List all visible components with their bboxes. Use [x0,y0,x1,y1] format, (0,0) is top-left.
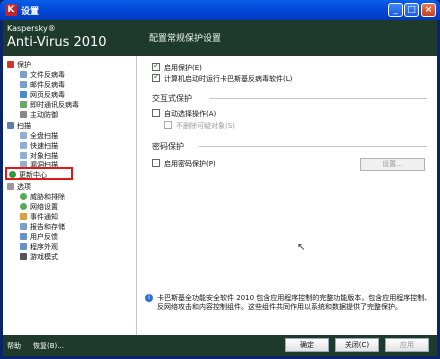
settings-tree: 保护 文件反病毒 邮件反病毒 网页反病毒 即时通讯反病毒 主动防御 扫描 全盘扫… [3,56,136,335]
file-icon [20,71,27,78]
report-icon [20,223,27,230]
help-link[interactable]: 帮助 [7,341,21,351]
tree-item-threats[interactable]: 威胁和排除 [20,192,65,202]
appearance-icon [20,243,27,250]
autostart-label: 计算机启动时运行卡巴斯基反病毒软件(L) [164,75,293,83]
tree-item-scan[interactable]: 扫描 [7,121,31,131]
interactive-group-title: 交互式保护 [152,94,192,103]
group-divider [209,98,427,99]
brand-product: Anti-Virus 2010 [7,35,107,50]
close-window-button[interactable]: × [421,3,436,17]
no-delete-label: 不删除可疑对象(S) [176,122,235,130]
tree-item-proactive[interactable]: 主动防御 [20,110,58,120]
footer-bar: 帮助 恢复(B)... 确定 关闭(C) 应用 [3,335,437,356]
quick-scan-icon [20,142,27,149]
tree-item-feedback[interactable]: 用户反馈 [20,232,58,242]
autostart-checkbox[interactable] [152,72,160,82]
password-label: 启用密码保护(P) [164,160,216,168]
auto-action-label: 自动选择操作(A) [164,110,217,118]
app-header: Kaspersky® Anti-Virus 2010 配置常规保护设置 [3,20,437,56]
minimize-button[interactable]: _ [388,3,403,17]
mail-icon [20,81,27,88]
tree-item-protection[interactable]: 保护 [7,60,31,70]
tree-item-appearance[interactable]: 程序外观 [20,242,58,252]
object-scan-icon [20,152,27,159]
password-checkbox[interactable] [152,159,160,167]
restore-link[interactable]: 恢复(B)... [33,341,64,351]
enable-protection-label: 启用保护(E) [164,64,202,72]
options-icon [7,183,14,190]
page-title: 配置常规保护设置 [149,34,222,44]
tree-item-game-mode[interactable]: 游戏模式 [20,252,58,262]
tree-item-file-av[interactable]: 文件反病毒 [20,70,65,80]
kaspersky-app-icon: K [5,4,17,16]
enable-protection-checkbox[interactable] [152,61,160,71]
brand-vendor: Kaspersky® [7,24,56,33]
gamepad-icon [20,253,27,260]
notification-icon [20,213,27,220]
password-settings-button[interactable]: 设置... [360,158,425,171]
protection-icon [7,61,14,68]
tree-item-options[interactable]: 选项 [7,182,31,192]
settings-window: K 设置 _ □ × Kaspersky® Anti-Virus 2010 配置… [0,0,440,359]
tree-item-network[interactable]: 网络设置 [20,202,58,212]
apply-button[interactable]: 应用 [385,338,429,352]
maximize-button[interactable]: □ [404,3,419,17]
tree-item-im-av[interactable]: 即时通讯反病毒 [20,100,79,110]
ok-button[interactable]: 确定 [285,338,329,352]
full-scan-icon [20,132,27,139]
tree-item-reports[interactable]: 报告和存储 [20,222,65,232]
threats-icon [20,193,27,200]
window-title: 设置 [21,7,40,17]
settings-panel: 启用保护(E) 计算机启动时运行卡巴斯基反病毒软件(L) 交互式保护 自动选择操… [137,56,437,335]
tree-item-full-scan[interactable]: 全盘扫描 [20,131,58,141]
shield-icon [20,111,27,118]
update-center-highlight [5,167,73,180]
mouse-cursor-icon: ↖ [297,242,306,253]
no-delete-checkbox[interactable] [164,121,172,129]
title-bar: K 设置 _ □ × [0,0,440,20]
scan-icon [7,122,14,129]
tree-item-web-av[interactable]: 网页反病毒 [20,90,65,100]
tree-item-quick-scan[interactable]: 快速扫描 [20,141,58,151]
password-group-title: 密码保护 [152,142,184,151]
chat-icon [20,101,27,108]
globe-icon [20,91,27,98]
tree-item-mail-av[interactable]: 邮件反病毒 [20,80,65,90]
auto-action-checkbox[interactable] [152,109,160,117]
network-icon [20,203,27,210]
user-icon [20,233,27,240]
tree-item-notifications[interactable]: 事件通知 [20,212,58,222]
group-divider [199,146,427,147]
info-text: 卡巴斯基全功能安全软件 2010 包含应用程序控制的完整功能版本，包含应用程序控… [157,294,432,311]
close-button[interactable]: 关闭(C) [335,338,379,352]
